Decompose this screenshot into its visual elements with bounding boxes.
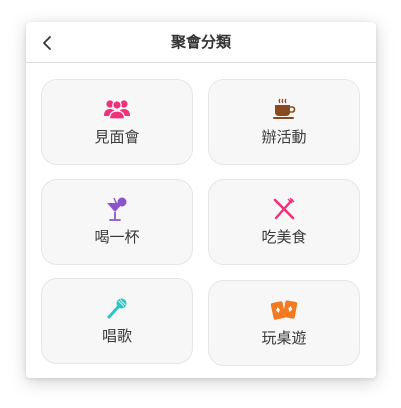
back-button[interactable] bbox=[34, 30, 60, 56]
category-label: 唱歌 bbox=[101, 327, 132, 345]
coffee-cup-icon bbox=[273, 98, 296, 119]
category-event[interactable]: 辦活動 bbox=[208, 79, 360, 165]
fork-knife-icon bbox=[273, 197, 295, 220]
category-label: 辦活動 bbox=[261, 128, 307, 146]
cocktail-icon bbox=[107, 197, 127, 221]
category-food[interactable]: 吃美食 bbox=[208, 179, 360, 265]
category-label: 玩桌遊 bbox=[261, 329, 307, 347]
header-bar: 聚會分類 bbox=[26, 22, 376, 63]
category-label: 見面會 bbox=[94, 128, 140, 146]
chevron-left-icon bbox=[43, 36, 51, 50]
category-drinks[interactable]: 喝一杯 bbox=[41, 179, 193, 265]
category-boardgames[interactable]: 玩桌遊 bbox=[208, 280, 360, 366]
category-label: 喝一杯 bbox=[94, 228, 140, 246]
category-label: 吃美食 bbox=[261, 228, 307, 246]
playing-cards-icon bbox=[270, 300, 298, 320]
category-meetup[interactable]: 見面會 bbox=[41, 79, 193, 165]
microphone-icon bbox=[107, 298, 127, 319]
people-group-icon bbox=[104, 100, 130, 120]
category-singing[interactable]: 唱歌 bbox=[41, 278, 193, 364]
page-title: 聚會分類 bbox=[170, 33, 231, 51]
category-panel: 聚會分類 見面會 辦活動 喝一杯 吃美食 唱歌 玩桌遊 bbox=[26, 22, 376, 378]
